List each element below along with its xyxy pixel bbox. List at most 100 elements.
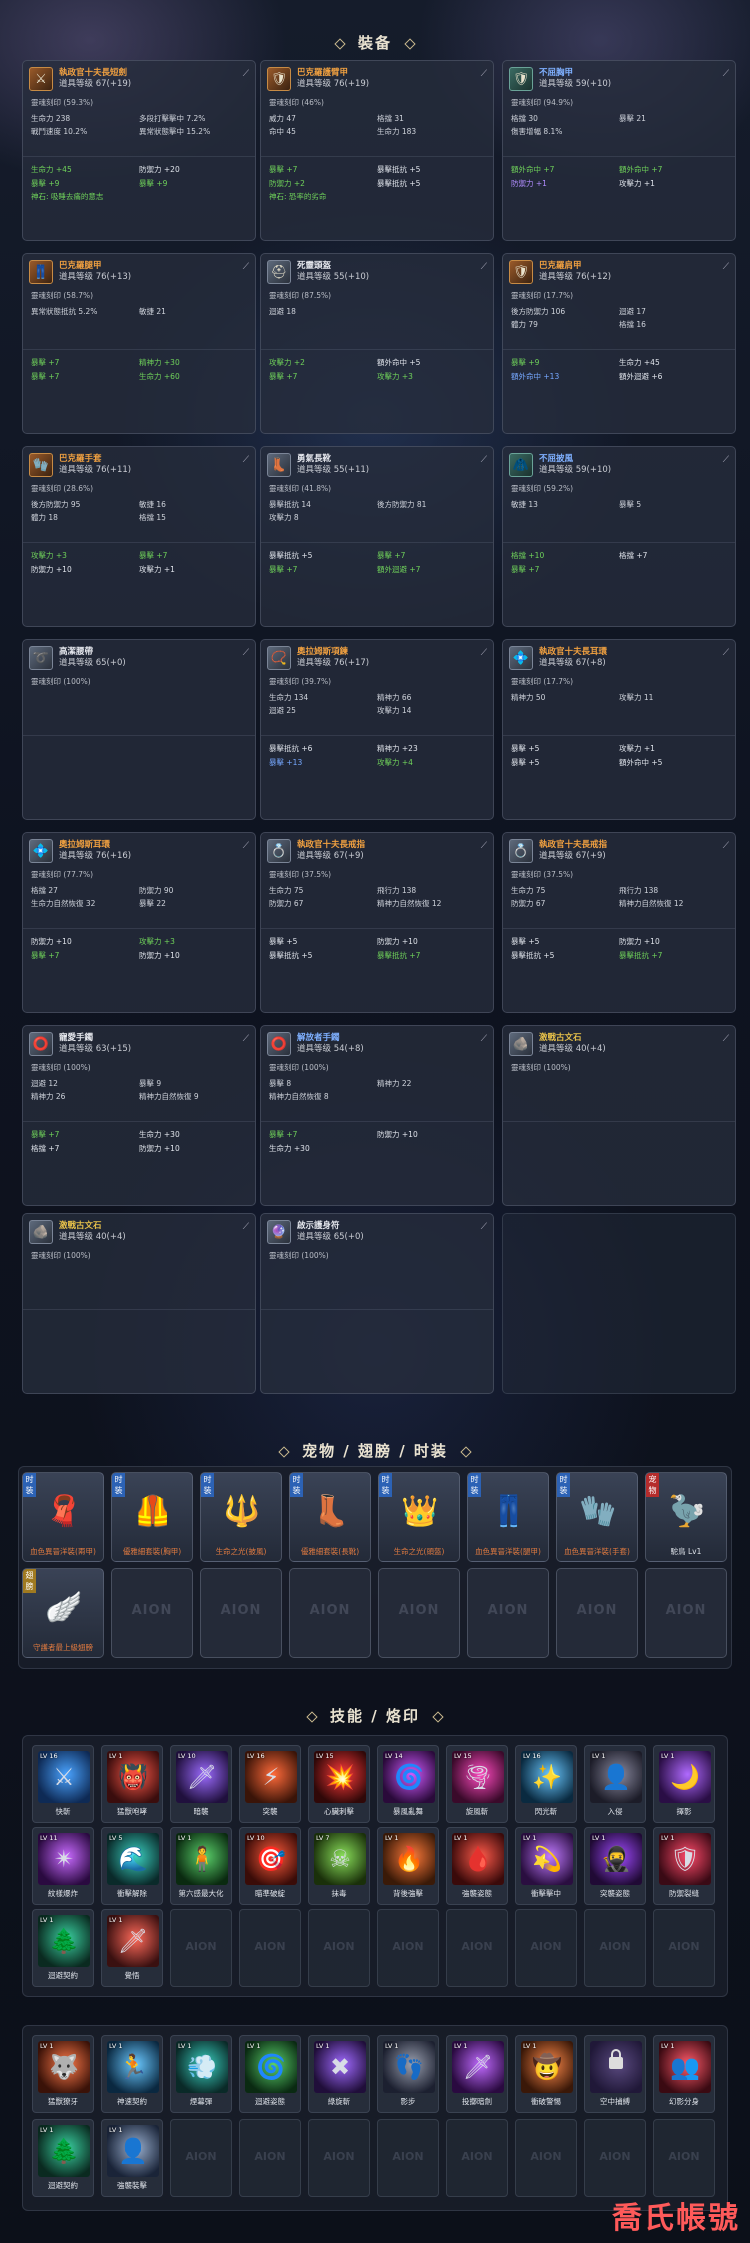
equipment-card[interactable]: 🪨 激戰古文石 道具等级 40(+4) ⟋ 靈魂刻印 (100%) bbox=[22, 1213, 256, 1394]
item-level: 道具等级 40(+4) bbox=[59, 1232, 126, 1242]
skill-slot[interactable]: 🔥 LV 1 背後強擊 bbox=[377, 1827, 439, 1905]
stat-right: 攻擊力 11 bbox=[619, 693, 654, 702]
fashion-slot[interactable]: 时装 👖 血色異晉洋裝(腿甲) bbox=[467, 1472, 549, 1562]
boots-icon: 👢 bbox=[267, 453, 291, 477]
substat-left: 防禦力 +10 bbox=[31, 937, 72, 946]
item-level: 道具等级 55(+11) bbox=[297, 465, 370, 475]
skill-slot[interactable]: 👤 LV 1 強襲裝擊 bbox=[101, 2119, 163, 2197]
fashion-slot[interactable]: 翅膀 🪽 守護者最上級翅膀 bbox=[22, 1568, 104, 1658]
equipment-card[interactable]: 🪨 激戰古文石 道具等级 40(+4) ⟋ 靈魂刻印 (100%) bbox=[502, 1025, 736, 1206]
item-name: 巴克羅手套 bbox=[59, 454, 102, 464]
stat-left: 暴擊 8 bbox=[269, 1079, 292, 1088]
skill-slot[interactable]: 🧍 LV 1 第六感最大化 bbox=[170, 1827, 232, 1905]
skill-slot[interactable]: 💨 LV 1 煙幕彈 bbox=[170, 2035, 232, 2113]
fashion-slot[interactable]: 宠物 🦤 駝鳥 Lv1 bbox=[645, 1472, 727, 1562]
skill-slot[interactable]: ✨ LV 16 閃光斬 bbox=[515, 1745, 577, 1823]
skill-slot[interactable]: 🗡 LV 10 暗襲 bbox=[170, 1745, 232, 1823]
skill-slot[interactable]: 👹 LV 1 猛獸咆哮 bbox=[101, 1745, 163, 1823]
skill-level: LV 1 bbox=[454, 2042, 468, 2050]
equipment-card[interactable]: 💍 執政官十夫長戒指 道具等级 67(+9) ⟋ 靈魂刻印 (37.5%) 生命力 75 飛… bbox=[260, 832, 494, 1013]
skill-level: LV 1 bbox=[109, 1752, 123, 1760]
equipment-card[interactable]: 📿 奧拉姆斯項鍊 道具等级 76(+17) ⟋ 靈魂刻印 (39.7%) 生命力 134 精… bbox=[260, 639, 494, 820]
aion-logo-watermark: AION bbox=[576, 1603, 618, 1618]
skill-level: LV 10 bbox=[178, 1752, 196, 1760]
skill-slot[interactable]: 🌙 LV 1 擇影 bbox=[653, 1745, 715, 1823]
fashion-slot[interactable]: 时装 🧤 血色異晉洋裝(手套) bbox=[556, 1472, 638, 1562]
skill-slot[interactable]: 👤 LV 1 入侵 bbox=[584, 1745, 646, 1823]
skill-slot[interactable]: 🎯 LV 10 瞄準破綻 bbox=[239, 1827, 301, 1905]
skill-slot[interactable]: 🏃 LV 1 神速契約 bbox=[101, 2035, 163, 2113]
substat-right: 攻擊力 +3 bbox=[139, 937, 175, 946]
fashion-slot[interactable]: 时装 👑 生命之光(頭盔) bbox=[378, 1472, 460, 1562]
equipment-card[interactable]: 👢 勇氣長靴 道具等级 55(+11) ⟋ 靈魂刻印 (41.8%) 暴擊抵抗 14 後方防… bbox=[260, 446, 494, 627]
equipment-card[interactable]: 🛡 巴克羅護臂甲 道具等级 76(+19) ⟋ 靈魂刻印 (46%) 威力 47 格擋 31… bbox=[260, 60, 494, 241]
substat-right: 額外迴避 +6 bbox=[619, 371, 663, 381]
skill-level: LV 1 bbox=[661, 1834, 675, 1842]
fashion-slot[interactable]: 时装 🔱 生命之光(披風) bbox=[200, 1472, 282, 1562]
skill-slot[interactable]: 👣 LV 1 影步 bbox=[377, 2035, 439, 2113]
skill-slot[interactable]: 🤠 LV 1 衝破警惕 bbox=[515, 2035, 577, 2113]
skill-slot[interactable]: 🌲 LV 1 迴避契約 bbox=[32, 2119, 94, 2197]
equipment-card[interactable]: ⚔ 執政官十夫長短劍 道具等级 67(+19) ⟋ 靈魂刻印 (59.3%) 生命力 23… bbox=[22, 60, 256, 241]
substat-right: 生命力 +45 bbox=[619, 358, 660, 367]
skill-slot[interactable]: 👥 LV 1 幻影分身 bbox=[653, 2035, 715, 2113]
substat-left: 暴擊 +7 bbox=[511, 564, 540, 574]
equipment-card[interactable]: ➰ 高潔腰帶 道具等级 65(+0) ⟋ 靈魂刻印 (100%) bbox=[22, 639, 256, 820]
empty-skill-slot: AION bbox=[170, 1909, 232, 1987]
skill-name: 擇影 bbox=[676, 1807, 692, 1816]
skill-slot[interactable]: 💫 LV 1 衝擊擊中 bbox=[515, 1827, 577, 1905]
equipment-card[interactable]: ⭕ 寵愛手鐲 道具等级 63(+15) ⟋ 靈魂刻印 (100%) 迴避 12 暴擊 9 精神… bbox=[22, 1025, 256, 1206]
skill-slot[interactable]: 🌪 LV 15 旋風斬 bbox=[446, 1745, 508, 1823]
skill-slot[interactable]: 🌀 LV 1 迴避姿態 bbox=[239, 2035, 301, 2113]
skill-slot[interactable]: ☠ LV 7 抹毒 bbox=[308, 1827, 370, 1905]
item-name: 執政官十夫長戒指 bbox=[539, 840, 608, 850]
stat-right: 生命力 183 bbox=[377, 127, 417, 136]
skill-slot[interactable]: 🌲 LV 1 迴避契約 bbox=[32, 1909, 94, 1987]
substat-right: 生命力 +60 bbox=[139, 371, 180, 381]
fashion-slot[interactable]: 时装 👢 優雅細套裝(長靴) bbox=[289, 1472, 371, 1562]
stat-left: 生命力 134 bbox=[269, 693, 309, 702]
inspect-icon: ⟋ bbox=[480, 648, 487, 658]
equipment-card[interactable]: 🧤 巴克羅手套 道具等级 76(+11) ⟋ 靈魂刻印 (28.6%) 後方防禦力 95 敏… bbox=[22, 446, 256, 627]
skill-slot[interactable]: 🐺 LV 1 猛獸獠牙 bbox=[32, 2035, 94, 2113]
substat-right bbox=[377, 1142, 485, 1156]
inspect-icon: ⟋ bbox=[242, 1222, 249, 1232]
fashion-slot[interactable]: 时装 🦺 優雅細套裝(胸甲) bbox=[111, 1472, 193, 1562]
skill-slot[interactable]: 💥 LV 15 心臟刺擊 bbox=[308, 1745, 370, 1823]
item-name: 奧拉姆斯耳環 bbox=[59, 840, 111, 850]
equipment-card[interactable]: 💠 執政官十夫長耳環 道具等级 67(+8) ⟋ 靈魂刻印 (17.7%) 精神力 50 攻… bbox=[502, 639, 736, 820]
item-level: 道具等级 67(+9) bbox=[297, 851, 364, 861]
skill-slot[interactable]: 🥷 LV 1 突襲姿態 bbox=[584, 1827, 646, 1905]
skill-slot[interactable]: 🛡 LV 1 防禦裂縫 bbox=[653, 1827, 715, 1905]
skill-slot[interactable]: 🌀 LV 14 暴風亂舞 bbox=[377, 1745, 439, 1823]
stat-left: 傷害增幅 8.1% bbox=[511, 127, 563, 136]
substat-right: 額外命中 +5 bbox=[619, 757, 663, 767]
skill-slot[interactable]: ✴ LV 11 紋樣爆炸 bbox=[32, 1827, 94, 1905]
skill-slot[interactable]: ⚔ LV 16 快斬 bbox=[32, 1745, 94, 1823]
skill-level: LV 1 bbox=[178, 2042, 192, 2050]
fashion-item-icon: 🧣 bbox=[45, 1493, 83, 1529]
equipment-card[interactable]: 🔮 啟示護身符 道具等级 65(+0) ⟋ 靈魂刻印 (100%) bbox=[260, 1213, 494, 1394]
skill-slot[interactable]: ✖ LV 1 綠旋斬 bbox=[308, 2035, 370, 2113]
equipment-card[interactable]: ⭕ 解放者手鐲 道具等级 54(+8) ⟋ 靈魂刻印 (100%) 暴擊 8 精神力 22 精… bbox=[260, 1025, 494, 1206]
equipment-card[interactable]: 💍 執政官十夫長戒指 道具等级 67(+9) ⟋ 靈魂刻印 (37.5%) 生命力 75 飛… bbox=[502, 832, 736, 1013]
skill-level: LV 7 bbox=[316, 1834, 330, 1842]
skill-slot[interactable]: 🗡 LV 1 投擲暗劍 bbox=[446, 2035, 508, 2113]
equipment-card[interactable]: 🛡 巴克羅肩甲 道具等级 76(+12) ⟋ 靈魂刻印 (17.7%) 後方防禦力 106… bbox=[502, 253, 736, 434]
skill-slot[interactable]: 🗡 LV 1 覺悟 bbox=[101, 1909, 163, 1987]
skill-slot[interactable]: 🩸 LV 1 強襲姿態 bbox=[446, 1827, 508, 1905]
skill-slot[interactable]: 空中捕縛 bbox=[584, 2035, 646, 2113]
equipment-card[interactable]: ⛑ 死靈頭盔 道具等级 55(+10) ⟋ 靈魂刻印 (87.5%) 迴避 18 攻擊力 +… bbox=[260, 253, 494, 434]
skill-slot[interactable]: 🌊 LV 5 衝擊解除 bbox=[101, 1827, 163, 1905]
equipment-card[interactable]: 🛡 不屈胸甲 道具等级 59(+10) ⟋ 靈魂刻印 (94.9%) 格擋 30 暴擊 21… bbox=[502, 60, 736, 241]
item-level: 道具等级 63(+15) bbox=[59, 1044, 132, 1054]
substat-left: 暴擊 +9 bbox=[31, 178, 60, 188]
skill-slot[interactable]: ⚡ LV 16 突襲 bbox=[239, 1745, 301, 1823]
equipment-card[interactable]: 💠 奧拉姆斯耳環 道具等级 76(+16) ⟋ 靈魂刻印 (77.7%) 格擋 27 防禦力… bbox=[22, 832, 256, 1013]
equipment-card[interactable]: 👖 巴克羅腿甲 道具等级 76(+13) ⟋ 靈魂刻印 (58.7%) 異常狀態抵抗 5.… bbox=[22, 253, 256, 434]
stat-right: 後方防禦力 81 bbox=[377, 500, 427, 509]
substat-right: 暴擊抵抗 +7 bbox=[377, 950, 421, 960]
equipment-card[interactable]: 🧥 不屈披風 道具等级 59(+10) ⟋ 靈魂刻印 (59.2%) 敏捷 13 暴擊 5 格… bbox=[502, 446, 736, 627]
earring-icon: 💠 bbox=[29, 839, 53, 863]
fashion-slot[interactable]: 时装 🧣 血色異晉洋裝(兩甲) bbox=[22, 1472, 104, 1562]
